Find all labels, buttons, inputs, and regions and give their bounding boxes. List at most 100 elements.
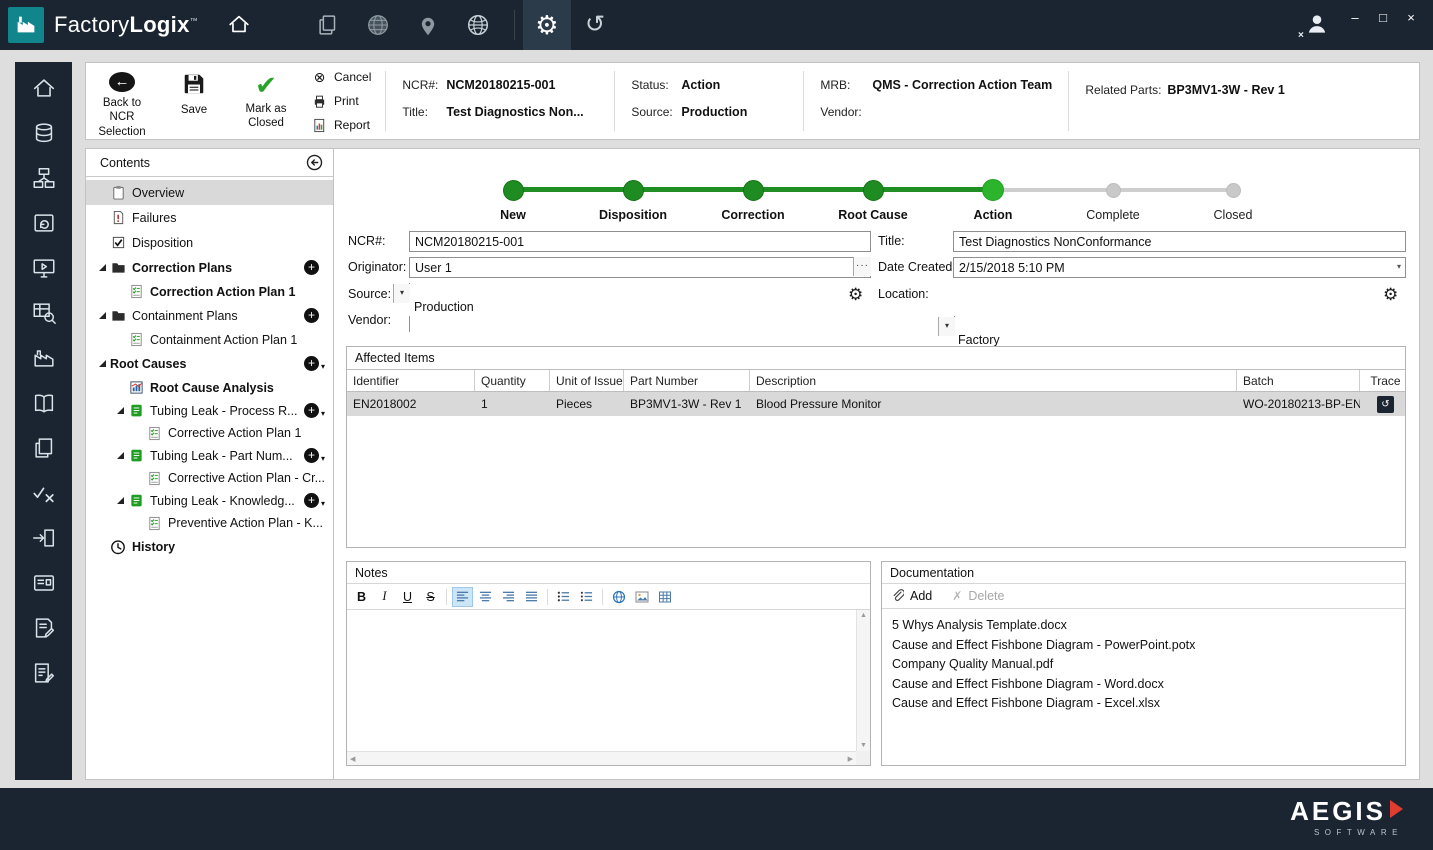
maximize-button[interactable]: □ xyxy=(1375,10,1391,25)
file-item[interactable]: Company Quality Manual.pdf xyxy=(892,655,1395,675)
expander-icon[interactable] xyxy=(112,496,128,505)
step-circle[interactable] xyxy=(742,179,764,201)
date-created-input[interactable] xyxy=(953,257,1406,278)
trace-button[interactable]: ↺ xyxy=(1377,395,1394,413)
tree-item-corrective-action-plan-cr[interactable]: Corrective Action Plan - Cr... xyxy=(86,467,333,489)
italic-button[interactable]: I xyxy=(374,587,395,607)
tree-item-history[interactable]: History xyxy=(86,534,333,559)
align-center-button[interactable] xyxy=(475,587,496,607)
print-button[interactable]: Print xyxy=(312,94,371,109)
expander-icon[interactable] xyxy=(94,311,110,320)
source-settings-gear-icon[interactable]: ⚙ xyxy=(848,284,863,305)
underline-button[interactable]: U xyxy=(397,587,418,607)
col-identifier[interactable]: Identifier xyxy=(347,370,475,391)
step-circle[interactable] xyxy=(982,179,1004,201)
notes-horizontal-scrollbar[interactable]: ◀ ▶ xyxy=(347,751,856,765)
nav-factory-icon[interactable] xyxy=(30,344,58,372)
tree-item-tubing-leak-part[interactable]: Tubing Leak - Part Num... + ▾ xyxy=(86,444,333,467)
settings-tab[interactable]: ⚙ xyxy=(522,0,571,50)
nav-monitor-icon[interactable] xyxy=(30,254,58,282)
combo-dropdown-icon[interactable]: ▾ xyxy=(938,317,955,336)
add-menu-arrow-icon[interactable]: ▾ xyxy=(321,409,325,418)
tree-item-root-causes[interactable]: Root Causes + ▾ xyxy=(86,351,333,376)
scroll-up-icon[interactable]: ▲ xyxy=(860,612,867,619)
file-item[interactable]: Cause and Effect Fishbone Diagram - Powe… xyxy=(892,636,1395,656)
nav-edit-note2-icon[interactable] xyxy=(30,659,58,687)
add-containment-plan-button[interactable]: + xyxy=(304,308,319,323)
col-trace[interactable]: Trace xyxy=(1360,370,1405,391)
mark-as-closed-button[interactable]: ✔ Mark as Closed xyxy=(230,63,302,139)
file-item[interactable]: Cause and Effect Fishbone Diagram - Exce… xyxy=(892,694,1395,714)
nav-edit-note-icon[interactable] xyxy=(30,614,58,642)
nav-materials-icon[interactable] xyxy=(30,119,58,147)
sign-out-user-icon[interactable]: × xyxy=(1298,12,1329,41)
network-globe-icon[interactable] xyxy=(364,11,392,39)
home-icon[interactable] xyxy=(226,11,252,40)
align-right-button[interactable] xyxy=(498,587,519,607)
back-to-ncr-selection-button[interactable]: ← Back to NCR Selection xyxy=(86,63,158,139)
col-description[interactable]: Description xyxy=(750,370,1237,391)
numbered-list-button[interactable] xyxy=(576,587,597,607)
globe-icon[interactable] xyxy=(464,11,492,39)
col-quantity[interactable]: Quantity xyxy=(475,370,550,391)
bullet-list-button[interactable] xyxy=(553,587,574,607)
add-action-plan-button[interactable]: + xyxy=(303,493,319,508)
add-action-plan-button[interactable]: + xyxy=(303,448,319,463)
nav-revisions-icon[interactable] xyxy=(30,209,58,237)
affected-item-row[interactable]: EN2018002 1 Pieces BP3MV1-3W - Rev 1 Blo… xyxy=(347,392,1405,416)
add-menu-arrow-icon[interactable]: ▾ xyxy=(321,362,325,371)
notes-editor[interactable]: ▲ ▼ ◀ ▶ xyxy=(347,610,870,765)
scroll-down-icon[interactable]: ▼ xyxy=(860,742,867,749)
file-item[interactable]: Cause and Effect Fishbone Diagram - Word… xyxy=(892,675,1395,695)
nav-copy-icon[interactable] xyxy=(30,434,58,462)
history-icon[interactable]: ↺ xyxy=(585,13,605,37)
originator-input[interactable] xyxy=(409,257,871,278)
save-button[interactable]: Save xyxy=(158,63,230,139)
add-document-button[interactable]: Add xyxy=(890,588,932,605)
tree-item-tubing-leak-process[interactable]: Tubing Leak - Process R... + ▾ xyxy=(86,399,333,422)
tree-item-root-cause-analysis[interactable]: Root Cause Analysis xyxy=(86,376,333,399)
notes-vertical-scrollbar[interactable]: ▲ ▼ xyxy=(856,610,870,751)
title-input[interactable] xyxy=(953,231,1406,252)
step-circle[interactable] xyxy=(1105,182,1121,198)
step-circle[interactable] xyxy=(1225,182,1241,198)
tree-item-disposition[interactable]: Disposition xyxy=(86,230,333,255)
originator-browse-button[interactable]: ··· xyxy=(853,257,871,276)
cancel-button[interactable]: ⊗ Cancel xyxy=(312,69,372,85)
collapse-panel-icon[interactable] xyxy=(306,154,323,171)
step-circle[interactable] xyxy=(622,179,644,201)
col-batch[interactable]: Batch xyxy=(1237,370,1360,391)
add-menu-arrow-icon[interactable]: ▾ xyxy=(321,499,325,508)
add-root-cause-button[interactable]: + xyxy=(303,356,319,371)
align-left-button[interactable] xyxy=(452,586,473,607)
nav-jobcard-icon[interactable] xyxy=(30,569,58,597)
insert-image-icon[interactable] xyxy=(631,587,652,607)
add-menu-arrow-icon[interactable]: ▾ xyxy=(321,454,325,463)
expander-icon[interactable] xyxy=(112,451,128,460)
scroll-right-icon[interactable]: ▶ xyxy=(848,755,853,763)
close-button[interactable]: × xyxy=(1403,10,1419,25)
tree-item-corrective-action-plan-1[interactable]: Corrective Action Plan 1 xyxy=(86,422,333,444)
tree-item-correction-action-plan-1[interactable]: Correction Action Plan 1 xyxy=(86,280,333,303)
nav-analysis-icon[interactable] xyxy=(30,299,58,327)
add-action-plan-button[interactable]: + xyxy=(303,403,319,418)
bold-button[interactable]: B xyxy=(351,587,372,607)
scroll-left-icon[interactable]: ◀ xyxy=(350,755,355,763)
nav-home-icon[interactable] xyxy=(30,74,58,102)
combo-dropdown-icon[interactable]: ▾ xyxy=(393,284,410,303)
add-correction-plan-button[interactable]: + xyxy=(304,260,319,275)
expander-icon[interactable] xyxy=(94,359,110,368)
hyperlink-globe-icon[interactable] xyxy=(608,587,629,607)
nav-documentation-icon[interactable] xyxy=(30,389,58,417)
tree-item-failures[interactable]: Failures xyxy=(86,205,333,230)
ncr-input[interactable] xyxy=(409,231,871,252)
tree-item-correction-plans[interactable]: Correction Plans + xyxy=(86,255,333,280)
file-item[interactable]: 5 Whys Analysis Template.docx xyxy=(892,616,1395,636)
align-justify-button[interactable] xyxy=(521,587,542,607)
tree-item-containment-action-plan-1[interactable]: Containment Action Plan 1 xyxy=(86,328,333,351)
tree-item-preventive-action-plan-k[interactable]: Preventive Action Plan - K... xyxy=(86,512,333,534)
documents-icon[interactable] xyxy=(314,11,342,39)
tree-item-tubing-leak-knowledge[interactable]: Tubing Leak - Knowledg... + ▾ xyxy=(86,489,333,512)
tree-item-overview[interactable]: Overview xyxy=(86,180,333,205)
col-part-number[interactable]: Part Number xyxy=(624,370,750,391)
